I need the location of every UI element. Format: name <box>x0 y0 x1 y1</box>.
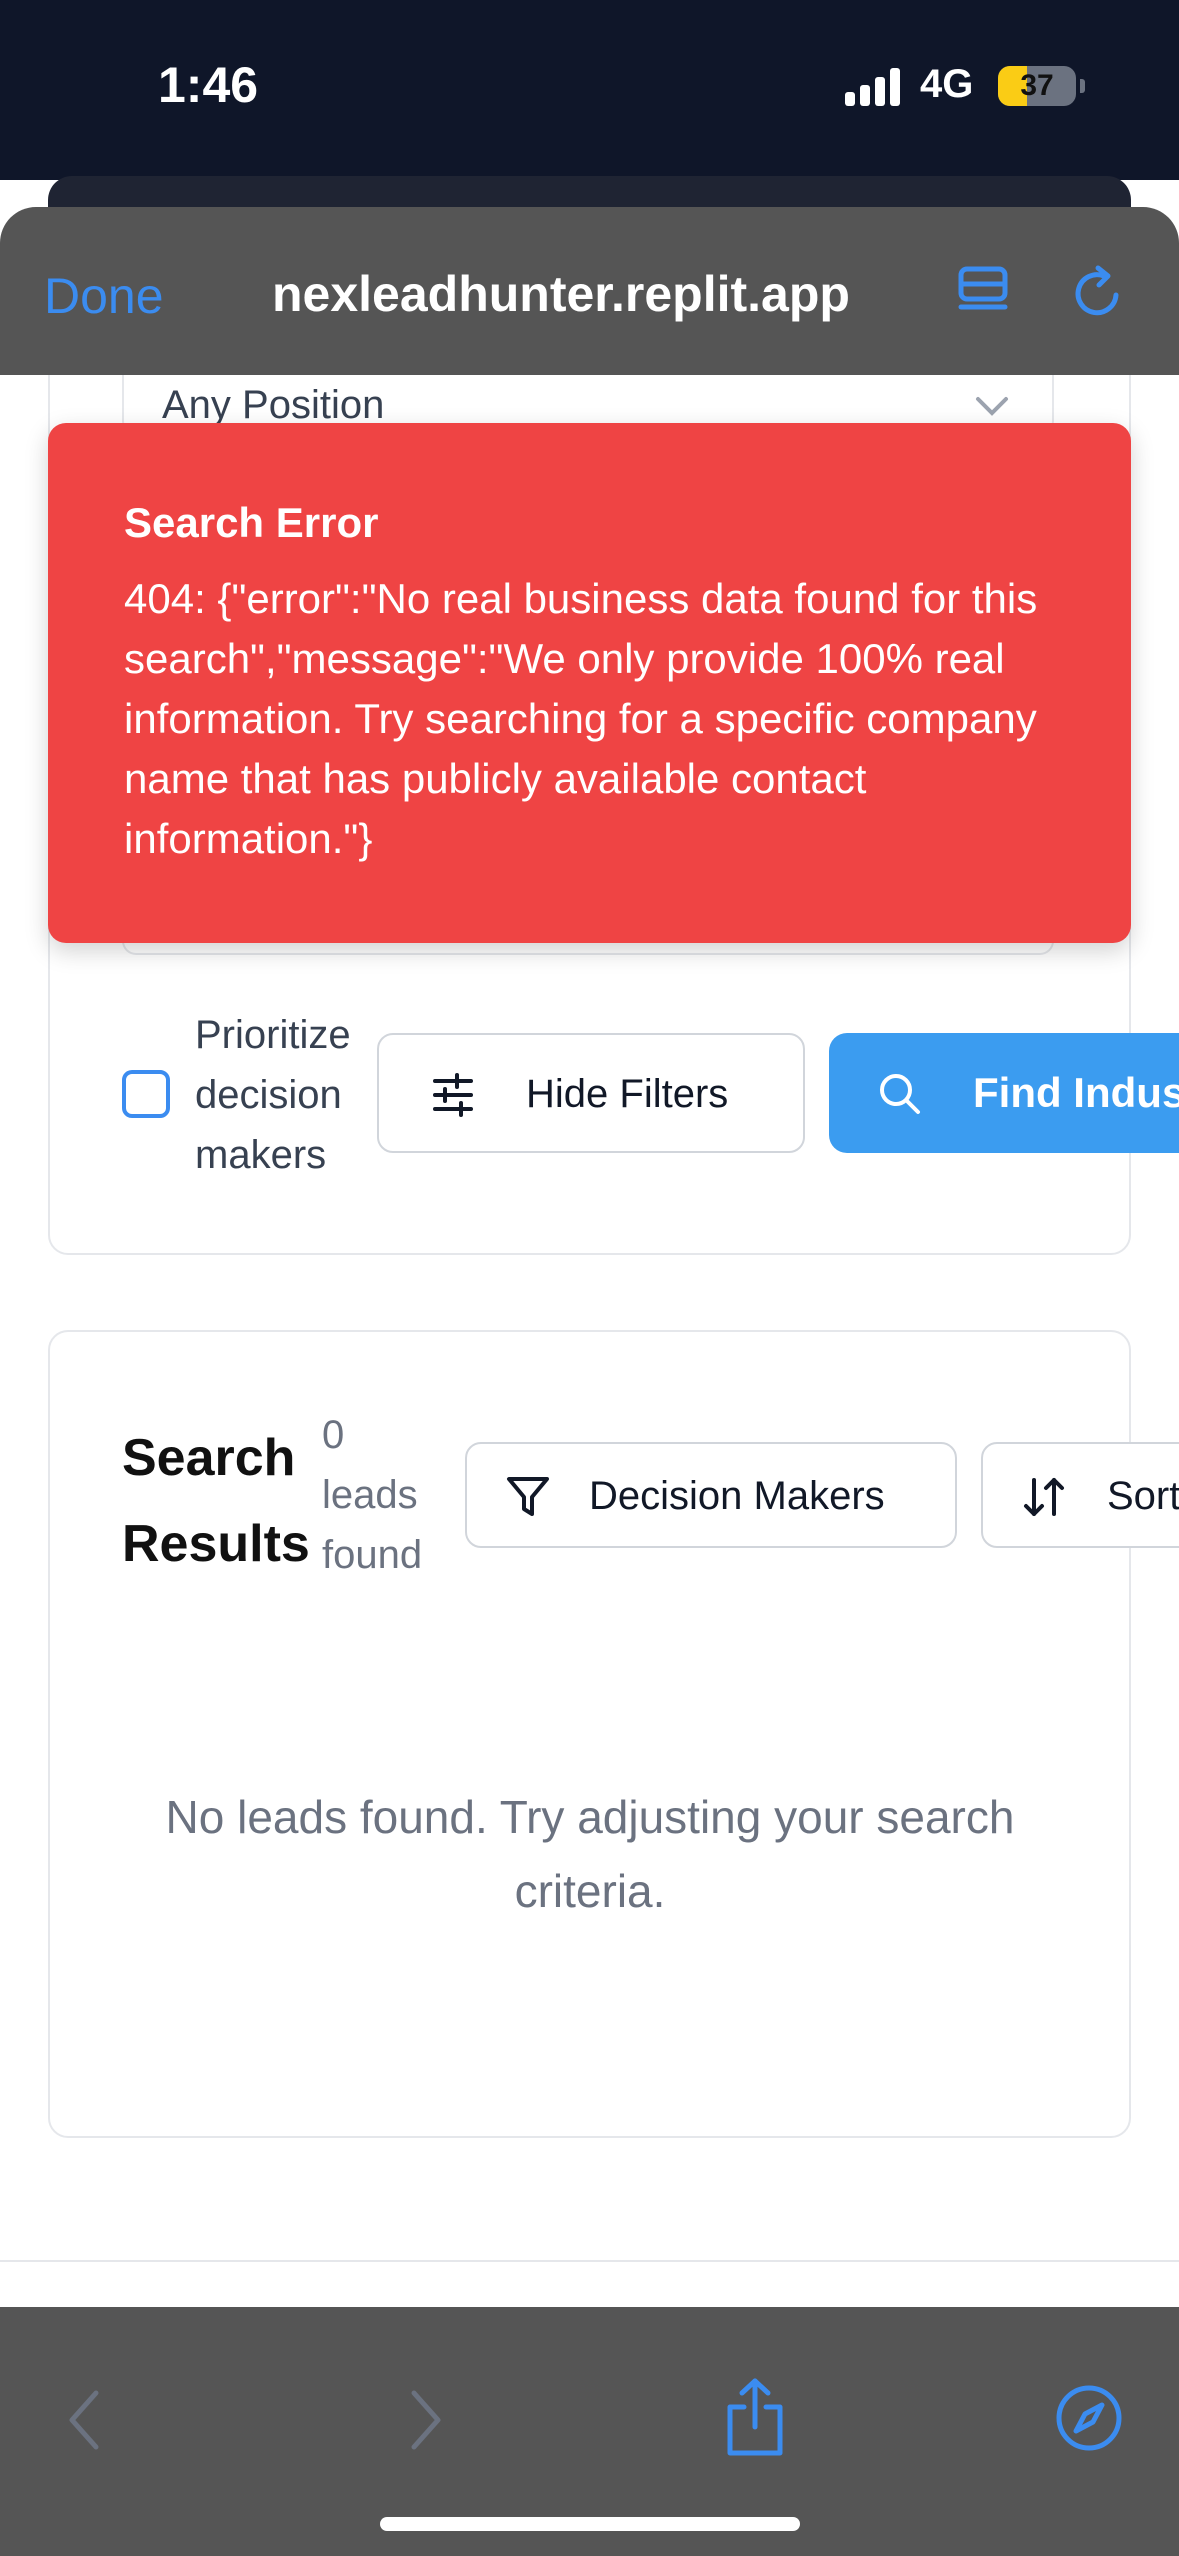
network-type: 4G <box>920 62 974 106</box>
compass-icon[interactable] <box>1054 2383 1124 2453</box>
battery-icon: 37 <box>998 66 1076 106</box>
toast-message: 404: {"error":"No real business data fou… <box>124 575 1038 862</box>
home-indicator <box>380 2517 800 2531</box>
sort-label: Sort <box>1107 1474 1179 1518</box>
reload-icon[interactable] <box>1068 263 1128 323</box>
hide-filters-button[interactable]: Hide Filters <box>377 1033 805 1153</box>
prioritize-checkbox[interactable] <box>122 1070 170 1118</box>
results-title: Search Results <box>122 1429 310 1573</box>
toast-title: Search Error <box>124 499 379 546</box>
forward-icon[interactable] <box>402 2387 446 2453</box>
search-icon <box>880 1074 920 1114</box>
results-count: 0 leads found <box>322 1413 423 1577</box>
hide-filters-label: Hide Filters <box>526 1072 729 1116</box>
status-time: 1:46 <box>158 57 259 113</box>
share-icon[interactable] <box>722 2377 788 2457</box>
decision-makers-label: Decision Makers <box>589 1474 885 1518</box>
battery-percent: 37 <box>1020 69 1054 102</box>
find-button[interactable]: Find Indus <box>829 1033 1179 1153</box>
divider <box>0 2260 1179 2262</box>
prioritize-label: Prioritize decision makers <box>195 1013 351 1177</box>
sort-button[interactable]: Sort <box>981 1442 1179 1548</box>
done-button[interactable]: Done <box>44 267 164 325</box>
position-select-value: Any Position <box>162 383 385 427</box>
reader-icon[interactable] <box>955 263 1011 319</box>
sort-icon <box>1024 1478 1064 1516</box>
signal-icon <box>845 66 905 106</box>
find-button-label: Find Indus <box>973 1069 1179 1116</box>
filter-icon <box>507 1477 549 1516</box>
back-icon[interactable] <box>64 2387 108 2453</box>
chevron-down-icon <box>976 397 1008 416</box>
status-bar: 1:46 4G 37 <box>0 0 1179 180</box>
sliders-icon <box>433 1073 473 1117</box>
error-toast[interactable]: Search Error 404: {"error":"No real busi… <box>48 423 1131 943</box>
battery-nub <box>1080 79 1085 93</box>
browser-top-bar: Done nexleadhunter.replit.app <box>0 207 1179 375</box>
empty-results-message: No leads found. Try adjusting your searc… <box>165 1791 1015 1917</box>
decision-makers-button[interactable]: Decision Makers <box>465 1442 957 1548</box>
url-label[interactable]: nexleadhunter.replit.app <box>272 265 850 323</box>
